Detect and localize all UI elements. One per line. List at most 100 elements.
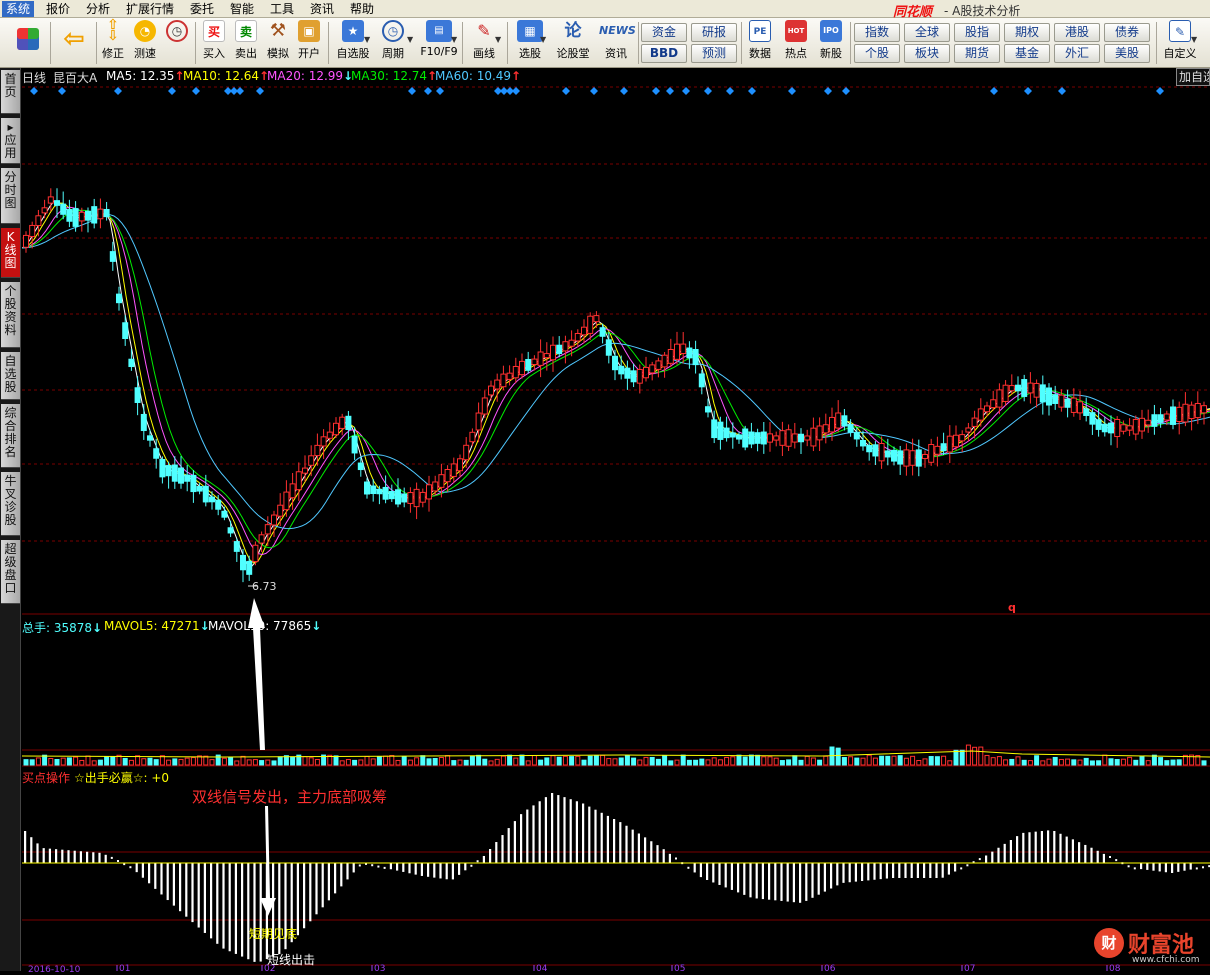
side-tab-diagnosis[interactable]: 牛叉诊股	[1, 472, 20, 536]
oscillator-bar	[1102, 853, 1105, 863]
volume-bar	[135, 755, 141, 766]
grid-button-bbd[interactable]: BBD	[641, 44, 687, 63]
watchlist-icon: ★	[342, 20, 364, 42]
grid-button-sectors[interactable]: 板块	[904, 44, 950, 63]
period-button[interactable]: ◷ 周期	[378, 20, 408, 66]
oscillator-bar	[526, 809, 529, 863]
signal-diamond	[652, 87, 660, 95]
grid-button-futures[interactable]: 期货	[954, 44, 1000, 63]
signal-diamond	[424, 87, 432, 95]
oscillator-bar	[699, 863, 702, 878]
sell-button[interactable]: 卖 卖出	[232, 20, 260, 66]
side-tab-stock-profile[interactable]: 个股资料	[1, 282, 20, 348]
grid-button-funds-2[interactable]: 基金	[1004, 44, 1050, 63]
chart-canvas[interactable]: 01 02 03 04 05 06 07 08	[22, 68, 1210, 971]
candle-body	[426, 484, 432, 500]
candle-body	[308, 455, 315, 466]
menu-smart[interactable]: 智能	[226, 1, 258, 17]
menu-system[interactable]: 系统	[2, 1, 35, 17]
chevron-down-icon[interactable]: ▼	[1191, 35, 1197, 44]
forum-button[interactable]: 论 论股堂	[554, 20, 592, 66]
side-tab-kline[interactable]: K线图	[1, 228, 20, 278]
side-tab-watchlist[interactable]: 自选股	[1, 352, 20, 400]
oscillator-bar	[259, 863, 262, 962]
grid-button-bonds[interactable]: 债券	[1104, 23, 1150, 42]
grid-button-funds[interactable]: 资金	[641, 23, 687, 42]
candle-body	[134, 387, 141, 403]
oscillator-bar	[507, 828, 510, 863]
volume-bar	[432, 757, 438, 766]
data-button[interactable]: PE 数据	[745, 20, 775, 66]
grid-button-hk[interactable]: 港股	[1054, 23, 1100, 42]
volume-bar	[1071, 759, 1077, 766]
volume-bar	[742, 756, 748, 766]
candle-body	[1052, 394, 1059, 404]
grid-button-forex[interactable]: 外汇	[1054, 44, 1100, 63]
date-tick-label: 06	[824, 964, 836, 971]
chevron-down-icon[interactable]: ▼	[451, 35, 457, 44]
side-tab-ranking[interactable]: 综合排名	[1, 404, 20, 468]
candle-body	[23, 234, 29, 248]
side-tab-apps[interactable]: ▸ 应用	[1, 118, 20, 164]
oscillator-dot	[110, 856, 113, 859]
signal-diamond	[704, 87, 712, 95]
back-button[interactable]: ⇦	[56, 20, 92, 66]
clock-button[interactable]: ◷	[163, 20, 191, 66]
hot-button[interactable]: HOT 热点	[781, 20, 811, 66]
hot-label: 热点	[785, 47, 807, 60]
oscillator-bar	[823, 863, 826, 892]
forum-icon: 论	[564, 21, 582, 41]
side-tab-home[interactable]: 首页	[1, 70, 20, 114]
volume-bar	[891, 755, 897, 766]
side-tab-intraday[interactable]: 分时图	[1, 168, 20, 224]
volume-bar	[184, 757, 190, 766]
oscillator-bar	[613, 819, 616, 863]
volume-bar	[1170, 759, 1176, 766]
chevron-down-icon[interactable]: ▼	[495, 35, 501, 44]
candle-body	[233, 541, 240, 552]
stock-picker-label: 选股	[519, 47, 541, 60]
oscillator-bar	[569, 799, 572, 863]
volume-bar	[885, 755, 891, 766]
ipo-button[interactable]: IPO 新股	[816, 20, 846, 66]
candle-body	[320, 436, 327, 447]
chevron-down-icon[interactable]: ▼	[540, 35, 546, 44]
grid-button-stock-index[interactable]: 股指	[954, 23, 1000, 42]
layout-button[interactable]	[10, 20, 46, 66]
candle-body	[116, 293, 122, 304]
kline-chart-area[interactable]: 01 02 03 04 05 06 07 08 日线 昆百大A MA5: 12.35↑ MA1…	[22, 68, 1210, 975]
open-account-label: 开户	[298, 47, 320, 60]
side-tab-super-panel[interactable]: 超级盘口	[1, 540, 20, 604]
grid-button-global[interactable]: 全球	[904, 23, 950, 42]
oscillator-bar	[904, 863, 907, 878]
candle-body	[760, 431, 767, 445]
add-to-watchlist-button[interactable]: 加自选	[1176, 68, 1210, 86]
menu-tools[interactable]: 工具	[266, 1, 298, 17]
menu-quotes[interactable]: 报价	[42, 1, 74, 17]
menu-analysis[interactable]: 分析	[82, 1, 114, 17]
chevron-down-icon[interactable]: ▼	[364, 35, 370, 44]
speed-test-button[interactable]: ◔ 测速	[131, 20, 159, 66]
volume-bar	[500, 755, 506, 766]
grid-button-forecast[interactable]: 预测	[691, 44, 737, 63]
grid-button-stocks[interactable]: 个股	[854, 44, 900, 63]
volume-bar	[606, 758, 612, 766]
oscillator-bar	[786, 863, 789, 902]
grid-button-us[interactable]: 美股	[1104, 44, 1150, 63]
menu-extended-quotes[interactable]: 扩展行情	[122, 1, 178, 17]
chevron-down-icon[interactable]: ▼	[407, 35, 413, 44]
candle-body	[729, 432, 736, 438]
menu-news[interactable]: 资讯	[306, 1, 338, 17]
simulate-button[interactable]: ⚒ 模拟	[264, 20, 292, 66]
grid-button-options[interactable]: 期权	[1004, 23, 1050, 42]
buy-button[interactable]: 买 买入	[200, 20, 228, 66]
open-account-button[interactable]: ▣ 开户	[295, 20, 323, 66]
draw-line-label: 画线	[473, 47, 495, 60]
candle-body	[1163, 413, 1170, 421]
modify-button[interactable]: ⇧ ⇩ 修正	[100, 18, 126, 66]
menu-help[interactable]: 帮助	[346, 1, 378, 17]
news-button[interactable]: NEWS 资讯	[597, 20, 636, 66]
grid-button-research[interactable]: 研报	[691, 23, 737, 42]
grid-button-index[interactable]: 指数	[854, 23, 900, 42]
menu-trade[interactable]: 委托	[186, 1, 218, 17]
